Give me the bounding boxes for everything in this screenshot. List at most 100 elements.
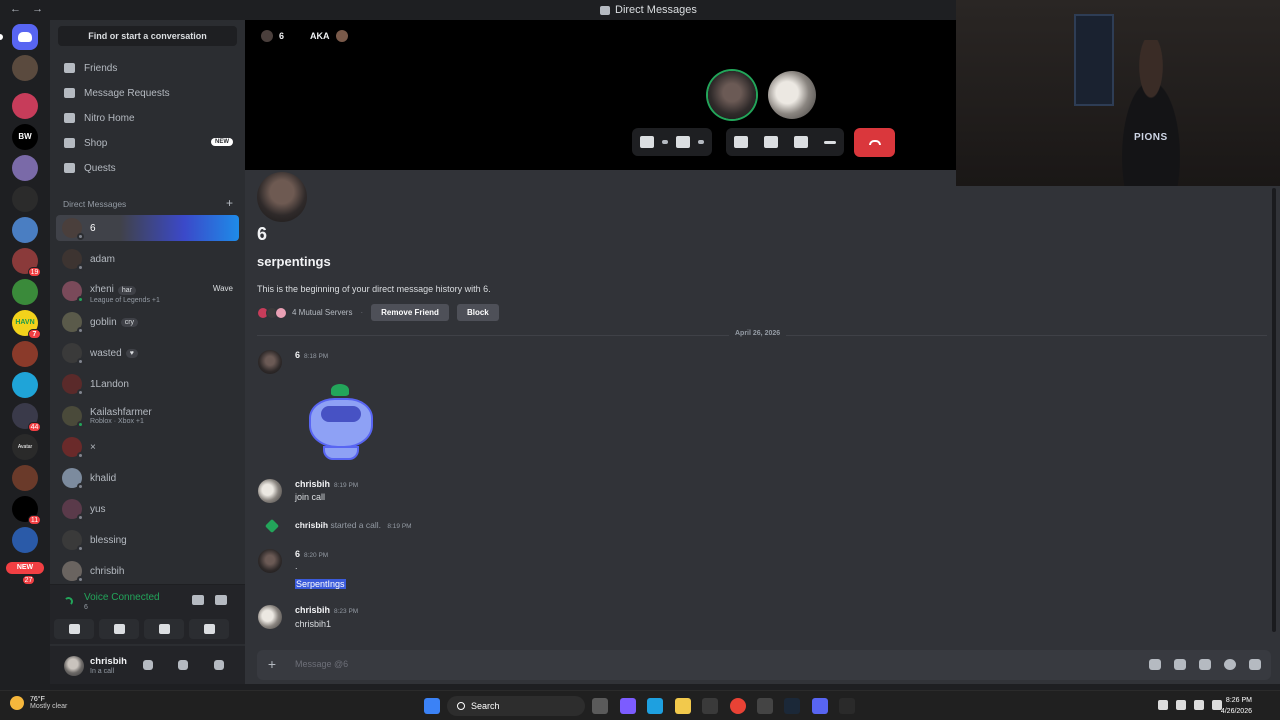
- dm-item-blessing[interactable]: blessing: [56, 527, 239, 553]
- gif-icon[interactable]: [1174, 659, 1186, 670]
- participant-chrisbih[interactable]: [768, 71, 816, 119]
- wave-button[interactable]: Wave: [213, 284, 233, 293]
- message-avatar[interactable]: [258, 350, 282, 374]
- microphone-icon[interactable]: [143, 660, 153, 670]
- server-icon[interactable]: HAVN 7: [12, 310, 41, 339]
- dm-item-1landon[interactable]: 1Landon: [56, 371, 239, 397]
- nav-message-requests[interactable]: Message Requests: [56, 82, 239, 104]
- message-author[interactable]: chrisbih 8:19 PM: [295, 479, 358, 489]
- find-conversation-button[interactable]: Find or start a conversation: [58, 26, 237, 46]
- new-servers-badge[interactable]: NEW: [6, 562, 44, 574]
- attach-plus-icon[interactable]: +: [263, 656, 281, 674]
- server-icon[interactable]: BW: [12, 124, 38, 150]
- back-icon[interactable]: ←: [10, 3, 21, 15]
- server-icon[interactable]: 11: [12, 496, 41, 525]
- server-icon[interactable]: 44: [12, 403, 41, 432]
- camera-off-icon[interactable]: [676, 136, 690, 148]
- activities-button[interactable]: [144, 619, 184, 639]
- dm-item-goblin[interactable]: goblin cry: [56, 309, 239, 335]
- message-author[interactable]: 6 8:20 PM: [295, 549, 328, 559]
- message-avatar[interactable]: [258, 479, 282, 503]
- edge-icon[interactable]: [647, 698, 663, 714]
- screen-share-button[interactable]: [99, 619, 139, 639]
- wumpus-sticker[interactable]: [303, 380, 379, 464]
- headphones-icon[interactable]: [178, 660, 188, 670]
- dm-item-xheni[interactable]: xheni har League of Legends +1 Wave: [56, 277, 239, 305]
- dm-item-wasted[interactable]: wasted ♥: [56, 340, 239, 366]
- message-avatar[interactable]: [258, 549, 282, 573]
- forward-icon[interactable]: →: [32, 3, 43, 15]
- taskbar-search[interactable]: Search: [447, 696, 585, 716]
- server-icon[interactable]: [12, 217, 38, 243]
- end-call-button[interactable]: [854, 128, 895, 157]
- signal-icon[interactable]: [64, 597, 73, 606]
- noise-suppression-icon[interactable]: [192, 595, 204, 605]
- nav-shop[interactable]: Shop NEW: [56, 132, 239, 154]
- discord-home-button[interactable]: [12, 24, 38, 50]
- server-icon[interactable]: [12, 372, 38, 398]
- start-icon[interactable]: [424, 698, 440, 714]
- microphone-icon[interactable]: [640, 136, 654, 148]
- chevron-up-icon[interactable]: [1158, 700, 1168, 710]
- dm-item-adam[interactable]: adam: [56, 246, 239, 272]
- apps-icon[interactable]: [1249, 659, 1261, 670]
- discord-icon[interactable]: [812, 698, 828, 714]
- server-icon[interactable]: [12, 186, 38, 212]
- server-icon[interactable]: [12, 341, 38, 367]
- task-view-icon[interactable]: [592, 698, 608, 714]
- dm-item-chrisbih[interactable]: chrisbih: [56, 558, 239, 584]
- message-author[interactable]: 6 8:18 PM: [295, 350, 328, 360]
- nav-friends[interactable]: Friends: [56, 57, 239, 79]
- create-dm-icon[interactable]: +: [226, 196, 233, 210]
- message-avatar[interactable]: [258, 605, 282, 629]
- scrollbar[interactable]: [1272, 188, 1276, 632]
- participant-6[interactable]: [708, 71, 756, 119]
- more-icon[interactable]: [824, 140, 836, 144]
- server-icon[interactable]: [12, 155, 38, 181]
- steam-icon[interactable]: [784, 698, 800, 714]
- server-icon[interactable]: [12, 55, 38, 81]
- activities-icon[interactable]: [764, 136, 778, 148]
- server-icon[interactable]: [12, 527, 38, 553]
- server-icon[interactable]: [12, 93, 38, 119]
- remove-friend-button[interactable]: Remove Friend: [371, 304, 449, 321]
- user-avatar[interactable]: [64, 656, 84, 676]
- profile-avatar[interactable]: [257, 172, 307, 222]
- dm-item-yus[interactable]: yus: [56, 496, 239, 522]
- file-explorer-icon[interactable]: [675, 698, 691, 714]
- sticker-icon[interactable]: [1199, 659, 1211, 670]
- dm-item-khalid[interactable]: khalid: [56, 465, 239, 491]
- app-icon[interactable]: [757, 698, 773, 714]
- server-icon[interactable]: [12, 465, 38, 491]
- camera-button[interactable]: [54, 619, 94, 639]
- block-button[interactable]: Block: [456, 304, 499, 321]
- microphone-icon[interactable]: [1176, 700, 1186, 710]
- store-icon[interactable]: [702, 698, 718, 714]
- soundboard-button[interactable]: [189, 619, 229, 639]
- screen-share-icon[interactable]: [734, 136, 748, 148]
- dm-item-6[interactable]: 6: [56, 215, 239, 241]
- message-composer[interactable]: + Message @6: [257, 650, 1271, 680]
- copilot-icon[interactable]: [620, 698, 636, 714]
- dm-item-x[interactable]: ×: [56, 434, 239, 460]
- soundboard-icon[interactable]: [794, 136, 808, 148]
- chevron-down-icon[interactable]: [662, 140, 668, 144]
- gift-icon[interactable]: [1149, 659, 1161, 670]
- message-input[interactable]: Message @6: [295, 659, 348, 669]
- chevron-down-icon[interactable]: [698, 140, 704, 144]
- emoji-icon[interactable]: [1224, 659, 1236, 670]
- server-icon[interactable]: [12, 279, 38, 305]
- nav-nitro-home[interactable]: Nitro Home: [56, 107, 239, 129]
- disconnect-icon[interactable]: [215, 595, 227, 605]
- network-icon[interactable]: [1194, 700, 1204, 710]
- server-icon[interactable]: 19: [12, 248, 41, 277]
- weather-widget[interactable]: 76°F Mostly clear: [10, 696, 67, 710]
- message-author[interactable]: chrisbih 8:23 PM: [295, 605, 358, 615]
- mutual-servers-link[interactable]: 4 Mutual Servers: [292, 308, 352, 317]
- nav-quests[interactable]: Quests: [56, 157, 239, 179]
- chrome-icon[interactable]: [730, 698, 746, 714]
- voice-status[interactable]: Voice Connected: [84, 592, 160, 603]
- epic-games-icon[interactable]: [839, 698, 855, 714]
- settings-gear-icon[interactable]: [214, 660, 224, 670]
- dm-item-kailashfarmer[interactable]: Kailashfarmer Roblox · Xbox +1: [56, 402, 239, 430]
